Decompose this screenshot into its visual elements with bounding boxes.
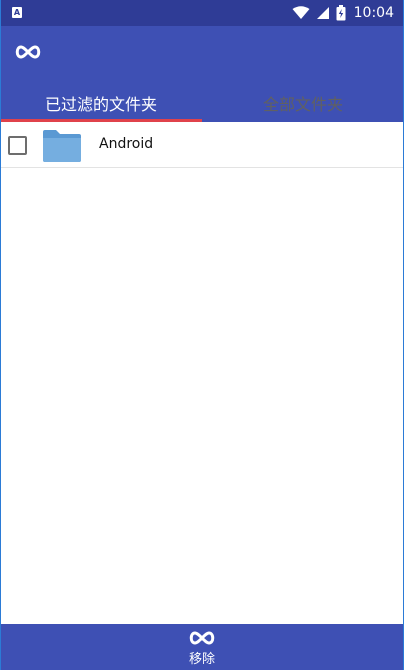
tab-all-folders[interactable]: 全部文件夹 (202, 84, 404, 122)
folder-list: Android (0, 122, 404, 168)
infinity-logo-icon (189, 631, 215, 645)
folder-icon (43, 130, 81, 162)
app-notification-icon: A (12, 7, 22, 18)
status-icons: 10:04 (292, 0, 394, 26)
battery-charging-icon (336, 5, 346, 21)
tab-filtered-folders[interactable]: 已过滤的文件夹 (0, 84, 202, 122)
infinity-logo-icon[interactable] (14, 42, 42, 62)
remove-button[interactable]: 移除 (0, 624, 404, 670)
item-label: Android (99, 136, 154, 152)
tab-label: 全部文件夹 (262, 95, 343, 114)
item-checkbox[interactable] (8, 136, 27, 155)
remove-label: 移除 (188, 652, 215, 667)
list-item[interactable]: Android (0, 122, 404, 168)
wifi-icon (292, 6, 310, 19)
folder-tabs: 已过滤的文件夹 全部文件夹 (0, 84, 404, 122)
status-time: 10:04 (353, 5, 394, 21)
tab-label: 已过滤的文件夹 (44, 95, 157, 114)
app-bar: 已过滤的文件夹 全部文件夹 (0, 26, 404, 122)
status-bar: A 10:04 (0, 0, 404, 26)
signal-icon (316, 7, 329, 19)
